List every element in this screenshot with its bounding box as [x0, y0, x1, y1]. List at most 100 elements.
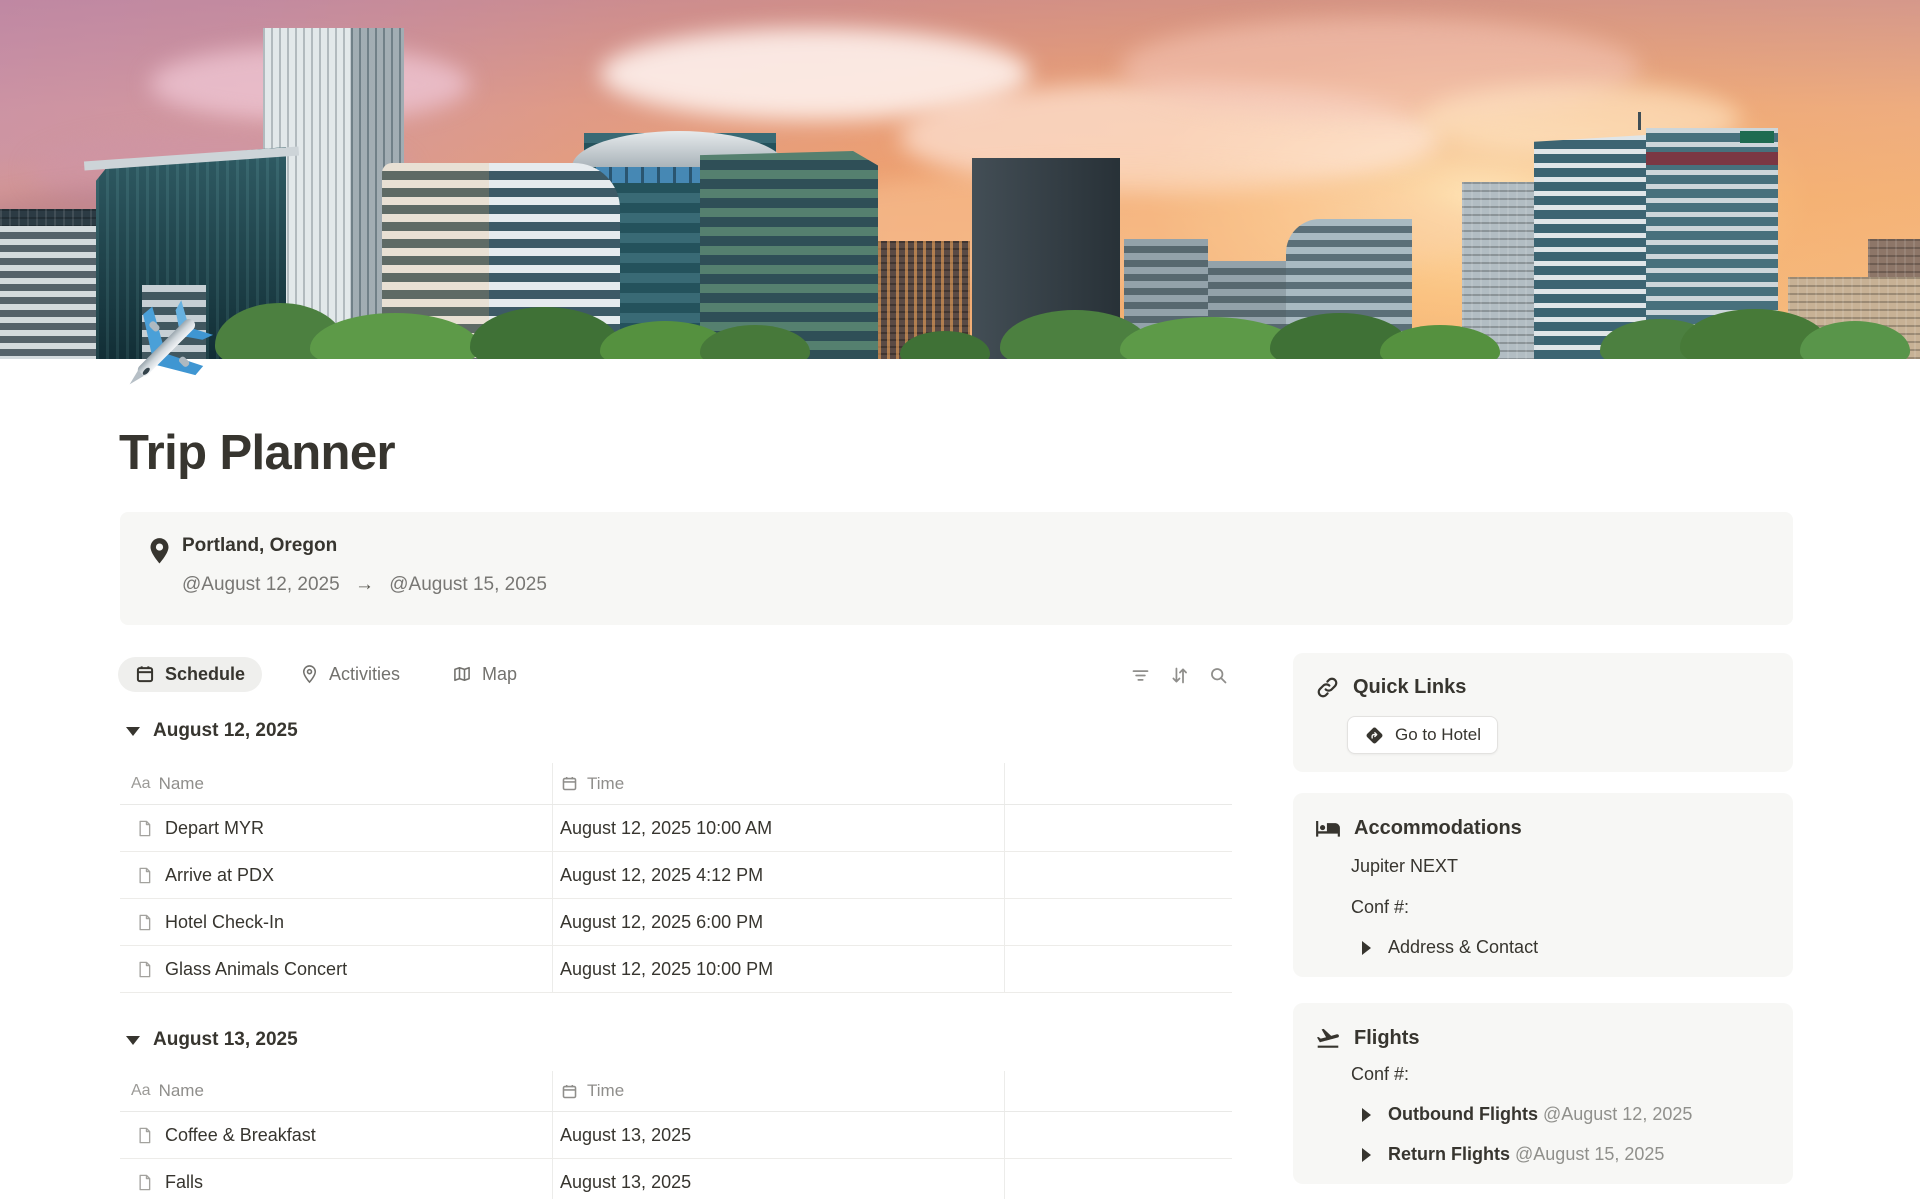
tab-activities[interactable]: Activities: [286, 657, 414, 692]
go-to-hotel-button[interactable]: Go to Hotel: [1347, 716, 1498, 754]
row-title[interactable]: Depart MYR: [165, 818, 264, 839]
schedule-table-august-13: Aa Name Time Coffee & Breakfast August 1…: [120, 1071, 1232, 1199]
toggle-label: Outbound Flights: [1388, 1104, 1538, 1124]
column-label: Time: [587, 1081, 624, 1101]
toggle-outbound-flights[interactable]: Outbound Flights @August 12, 2025: [1362, 1104, 1692, 1125]
table-toolbar: [1128, 663, 1230, 687]
airplane-emoji-art: [115, 299, 215, 399]
table-row[interactable]: Arrive at PDX August 12, 2025 4:12 PM: [120, 852, 1232, 899]
table-row[interactable]: Coffee & Breakfast August 13, 2025: [120, 1112, 1232, 1159]
cover-image[interactable]: [0, 0, 1920, 359]
group-header-august-12[interactable]: August 12, 2025: [126, 720, 298, 742]
trip-dates: @August 12, 2025 → @August 15, 2025: [182, 574, 547, 596]
row-time[interactable]: August 12, 2025 4:12 PM: [560, 852, 763, 899]
row-title[interactable]: Falls: [165, 1172, 203, 1193]
group-date: August 13, 2025: [153, 1029, 298, 1051]
tab-map[interactable]: Map: [438, 657, 531, 692]
quick-links-card: Quick Links Go to Hotel: [1293, 653, 1793, 772]
page-icon: [135, 913, 154, 932]
trip-planner-page: Trip Planner Portland, Oregon @August 12…: [0, 0, 1920, 1199]
row-title[interactable]: Coffee & Breakfast: [165, 1125, 316, 1146]
building-red-band: [1646, 152, 1778, 165]
collapse-toggle-icon[interactable]: [126, 1036, 140, 1045]
group-date: August 12, 2025: [153, 720, 298, 742]
row-title[interactable]: Hotel Check-In: [165, 912, 284, 933]
page-icon: [135, 960, 154, 979]
tab-label: Map: [482, 664, 517, 685]
filter-icon[interactable]: [1128, 663, 1152, 687]
row-time[interactable]: August 12, 2025 10:00 AM: [560, 805, 772, 852]
calendar-icon: [135, 664, 155, 684]
card-title: Accommodations: [1354, 817, 1522, 840]
schedule-table-august-12: Aa Name Time Depart MYR August 12, 2025 …: [120, 763, 1232, 993]
location-name: Portland, Oregon: [182, 535, 337, 557]
sort-icon[interactable]: [1167, 663, 1191, 687]
link-icon: [1315, 675, 1340, 700]
row-time[interactable]: August 12, 2025 6:00 PM: [560, 899, 763, 946]
column-label: Name: [159, 1081, 204, 1101]
tab-label: Activities: [329, 664, 400, 685]
confirmation-label: Conf #:: [1351, 1064, 1409, 1085]
view-tabs: Schedule Activities Map: [118, 655, 531, 693]
date-mention[interactable]: @August 12, 2025: [1543, 1104, 1692, 1124]
tab-schedule[interactable]: Schedule: [118, 657, 262, 692]
card-title: Flights: [1354, 1027, 1420, 1050]
building-antenna: [1638, 112, 1641, 130]
row-time[interactable]: August 13, 2025: [560, 1159, 691, 1199]
text-Aa-icon: Aa: [131, 775, 151, 793]
row-time[interactable]: August 13, 2025: [560, 1112, 691, 1159]
row-time[interactable]: August 12, 2025 10:00 PM: [560, 946, 773, 993]
map-icon: [452, 664, 472, 684]
toggle-label: Address & Contact: [1388, 937, 1538, 958]
flights-card: Flights Conf #: Outbound Flights @August…: [1293, 1003, 1793, 1184]
page-icon: [135, 819, 154, 838]
column-header-name[interactable]: Aa Name: [131, 774, 204, 794]
flight-departure-icon: [1315, 1025, 1341, 1051]
page-icon-airplane-emoji[interactable]: [115, 299, 215, 399]
tab-label: Schedule: [165, 664, 245, 685]
page-icon: [135, 1173, 154, 1192]
page-icon: [135, 1126, 154, 1145]
row-title[interactable]: Glass Animals Concert: [165, 959, 347, 980]
building-sign: [1740, 131, 1774, 143]
location-pin-icon: [146, 536, 173, 571]
column-label: Time: [587, 774, 624, 794]
row-title[interactable]: Arrive at PDX: [165, 865, 274, 886]
card-title: Quick Links: [1353, 676, 1466, 699]
confirmation-label: Conf #:: [1351, 897, 1409, 918]
toggle-right-icon[interactable]: [1362, 941, 1371, 955]
search-icon[interactable]: [1206, 663, 1230, 687]
location-callout: Portland, Oregon @August 12, 2025 → @Aug…: [120, 512, 1793, 625]
button-label: Go to Hotel: [1395, 725, 1481, 745]
toggle-right-icon[interactable]: [1362, 1108, 1371, 1122]
toggle-return-flights[interactable]: Return Flights @August 15, 2025: [1362, 1144, 1664, 1165]
table-header-row: Aa Name Time: [120, 763, 1232, 805]
column-header-name[interactable]: Aa Name: [131, 1081, 204, 1101]
bed-icon: [1315, 815, 1341, 841]
hotel-name: Jupiter NEXT: [1351, 856, 1458, 877]
building: [0, 226, 104, 359]
accommodations-card: Accommodations Jupiter NEXT Conf #: Addr…: [1293, 793, 1793, 977]
group-header-august-13[interactable]: August 13, 2025: [126, 1029, 298, 1051]
table-row[interactable]: Depart MYR August 12, 2025 10:00 AM: [120, 805, 1232, 852]
column-header-time[interactable]: Time: [561, 774, 624, 794]
page-title[interactable]: Trip Planner: [119, 424, 395, 482]
collapse-toggle-icon[interactable]: [126, 727, 140, 736]
text-Aa-icon: Aa: [131, 1082, 151, 1100]
table-header-row: Aa Name Time: [120, 1071, 1232, 1112]
toggle-address-contact[interactable]: Address & Contact: [1362, 937, 1538, 958]
date-mention-end[interactable]: @August 15, 2025: [389, 574, 547, 595]
directions-icon: [1364, 725, 1385, 746]
table-row[interactable]: Glass Animals Concert August 12, 2025 10…: [120, 946, 1232, 993]
arrow-right: →: [355, 574, 374, 595]
column-header-time[interactable]: Time: [561, 1081, 624, 1101]
calendar-icon: [561, 1083, 578, 1100]
date-mention[interactable]: @August 15, 2025: [1515, 1144, 1664, 1164]
toggle-right-icon[interactable]: [1362, 1148, 1371, 1162]
column-label: Name: [159, 774, 204, 794]
table-row[interactable]: Falls August 13, 2025: [120, 1159, 1232, 1199]
date-mention-start[interactable]: @August 12, 2025: [182, 574, 340, 595]
page-icon: [135, 866, 154, 885]
table-row[interactable]: Hotel Check-In August 12, 2025 6:00 PM: [120, 899, 1232, 946]
calendar-icon: [561, 775, 578, 792]
